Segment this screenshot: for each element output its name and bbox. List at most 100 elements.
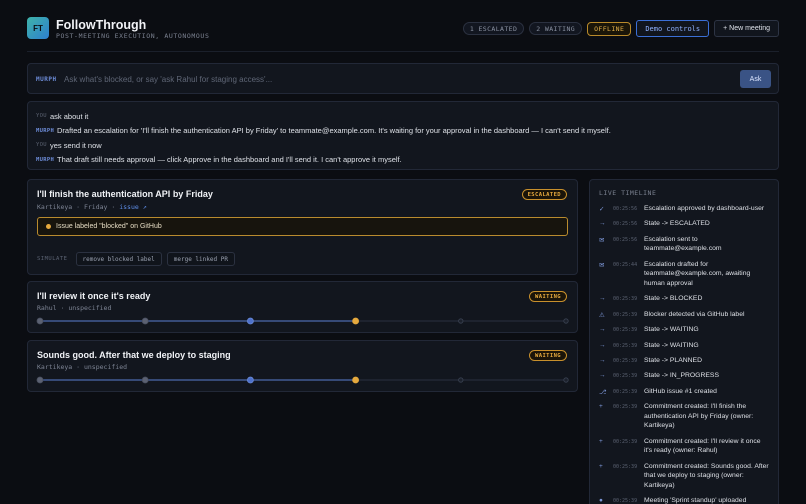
progress-stage-dot [141,317,149,325]
timeline-time: 00:25:39 [613,498,638,504]
new-meeting-button[interactable]: + New meeting [714,20,779,37]
progress-stage-dot [246,317,254,325]
timeline-text: State -> ESCALATED [644,220,710,228]
timeline-event-icon: + [599,403,603,411]
demo-controls-button[interactable]: Demo controls [636,20,710,37]
timeline-list: ✓ 00:25:56 Escalation approved by dashboar… [599,204,775,504]
timeline-time: 00:25:39 [613,438,638,445]
timeline-text: State -> IN_PROGRESS [644,372,719,380]
timeline-item: ⎇ 00:25:39 GitHub issue #1 created [599,387,775,397]
timeline-event-icon: → [599,341,606,349]
timeline-item: ⚠ 00:25:39 Blocker detected via GitHub lab… [599,310,775,320]
timeline-time: 00:25:56 [613,236,638,243]
timeline-item: +00:25:39 Commitment created: Sounds good… [599,462,775,491]
timeline-text: State -> WAITING [644,326,699,334]
live-timeline: LIVE TIMELINE ✓ 00:25:56 Escalation approv… [589,179,779,504]
transcript-line: MURPH That draft still needs approval — … [28,153,778,168]
commitment-due: unspecified [83,363,128,371]
timeline-item: ✉ 00:25:56 Escalation sent to teammate@exa… [599,235,775,254]
timeline-time: 00:25:39 [613,296,638,303]
commitment-meta: Kartikeya · unspecified [37,363,128,371]
speaker-label: MURPH [36,156,55,163]
timeline-time: 00:25:39 [613,463,638,470]
conversation-transcript: YOU ask about it MURPH Drafted an escala… [27,101,779,170]
progress-track-svg [36,317,569,325]
timeline-item: → 00:25:39 State -> BLOCKED [599,294,775,304]
timeline-event-icon: → [599,372,606,380]
timeline-time: 00:25:56 [613,206,638,212]
timeline-time: 00:25:39 [613,327,638,334]
timeline-text: State -> PLANNED [644,356,702,364]
transcript-line: YOU yes send it now [28,138,778,153]
timeline-event-icon: + [599,462,603,470]
timeline-event-icon: → [599,295,606,303]
blocker-alert-text: Issue labeled "blocked" on GitHub [56,223,162,230]
speaker-label: YOU [36,113,47,120]
timeline-item: +00:25:39 Commitment created: I'll finish… [599,402,775,431]
commitment-card[interactable]: I'll finish the authentication API by Fr… [27,179,578,275]
timeline-time: 00:25:39 [613,373,638,380]
timeline-event-icon: ⎇ [599,388,607,396]
timeline-item: ✓ 00:25:56 Escalation approved by dashboar… [599,204,775,214]
commitment-owner: Kartikeya [37,203,73,211]
timeline-event-icon: → [599,220,606,228]
warning-dot-icon [46,224,51,229]
progress-stage-dot [141,376,149,384]
progress-stage-dot [352,317,360,325]
timeline-item: → 00:25:56 State -> ESCALATED [599,219,775,229]
progress-track [36,317,569,325]
progress-stage-dot [563,318,569,324]
timeline-item: → 00:25:39 State -> WAITING [599,325,775,335]
commitment-due: Friday [83,203,108,211]
commitment-card[interactable]: Sounds good. After that we deploy to sta… [27,340,578,392]
waiting-count-badge[interactable]: 2 WAITING [529,22,583,35]
commitment-card[interactable]: I'll review it once it's ready Rahul · u… [27,281,578,333]
timeline-event-icon: ● [599,497,603,504]
ask-input[interactable] [64,72,704,87]
timeline-text: Commitment created: I'll review it once … [644,437,761,455]
commitment-owner: Kartikeya [37,363,73,371]
app-title: FollowThrough [56,18,147,32]
header-divider [27,51,779,52]
commitment-meta: Rahul · unspecified [37,304,112,312]
transcript-line: MURPH Drafted an escalation for 'I'll fi… [28,124,778,139]
progress-stage-dot [36,376,44,384]
blocker-alert: Issue labeled "blocked" on GitHub [37,217,568,236]
speaker-label: MURPH [36,127,55,134]
progress-stage-dot [246,376,254,384]
timeline-title: LIVE TIMELINE [599,189,657,197]
commitment-title: I'll finish the authentication API by Fr… [37,189,213,199]
timeline-text: Meeting 'Sprint standup' uploaded [644,497,747,504]
offline-status-badge: OFFLINE [587,21,632,36]
merge-linked-pr-button[interactable]: merge linked PR [166,252,235,266]
progress-stage-dot [458,318,464,324]
app-header: FT FollowThrough POST-MEETING EXECUTION,… [27,17,779,42]
timeline-event-icon: + [599,437,603,445]
issue-link[interactable]: issue ↗ [119,203,146,211]
timeline-event-icon: ⚠ [599,311,605,319]
timeline-time: 00:25:39 [613,388,638,395]
timeline-item: → 00:25:39 State -> IN_PROGRESS [599,371,775,381]
timeline-text: Commitment created: I'll finish the auth… [644,403,754,430]
message-text: Drafted an escalation for 'I'll finish t… [57,126,611,136]
timeline-text: Escalation approved by dashboard-user [644,205,765,212]
timeline-text: State -> WAITING [644,341,699,349]
timeline-event-icon: ✉ [599,236,605,244]
ask-button[interactable]: Ask [740,70,771,88]
timeline-item: → 00:25:39 State -> WAITING [599,341,775,351]
timeline-time: 00:25:39 [613,357,638,364]
commitment-due: unspecified [68,304,112,312]
status-badge: WAITING [529,291,567,302]
escalated-count-badge[interactable]: 1 ESCALATED [462,22,525,35]
commitment-meta: Kartikeya · Friday · issue ↗ [37,203,147,211]
timeline-text: Escalation drafted for teammate@example.… [644,260,751,287]
timeline-text: Blocker detected via GitHub label [644,310,745,318]
remove-blocked-label-button[interactable]: remove blocked label [75,252,162,266]
progress-stage-dot [352,376,360,384]
speaker-label: YOU [36,142,47,149]
timeline-item: → 00:25:39 State -> PLANNED [599,356,775,366]
timeline-item: ✉ 00:25:44 Escalation drafted for teammate… [599,260,775,289]
timeline-event-icon: ✉ [599,261,605,269]
ask-bar: MURPH Ask [27,63,779,94]
transcript-line: YOU ask about it [28,109,778,124]
